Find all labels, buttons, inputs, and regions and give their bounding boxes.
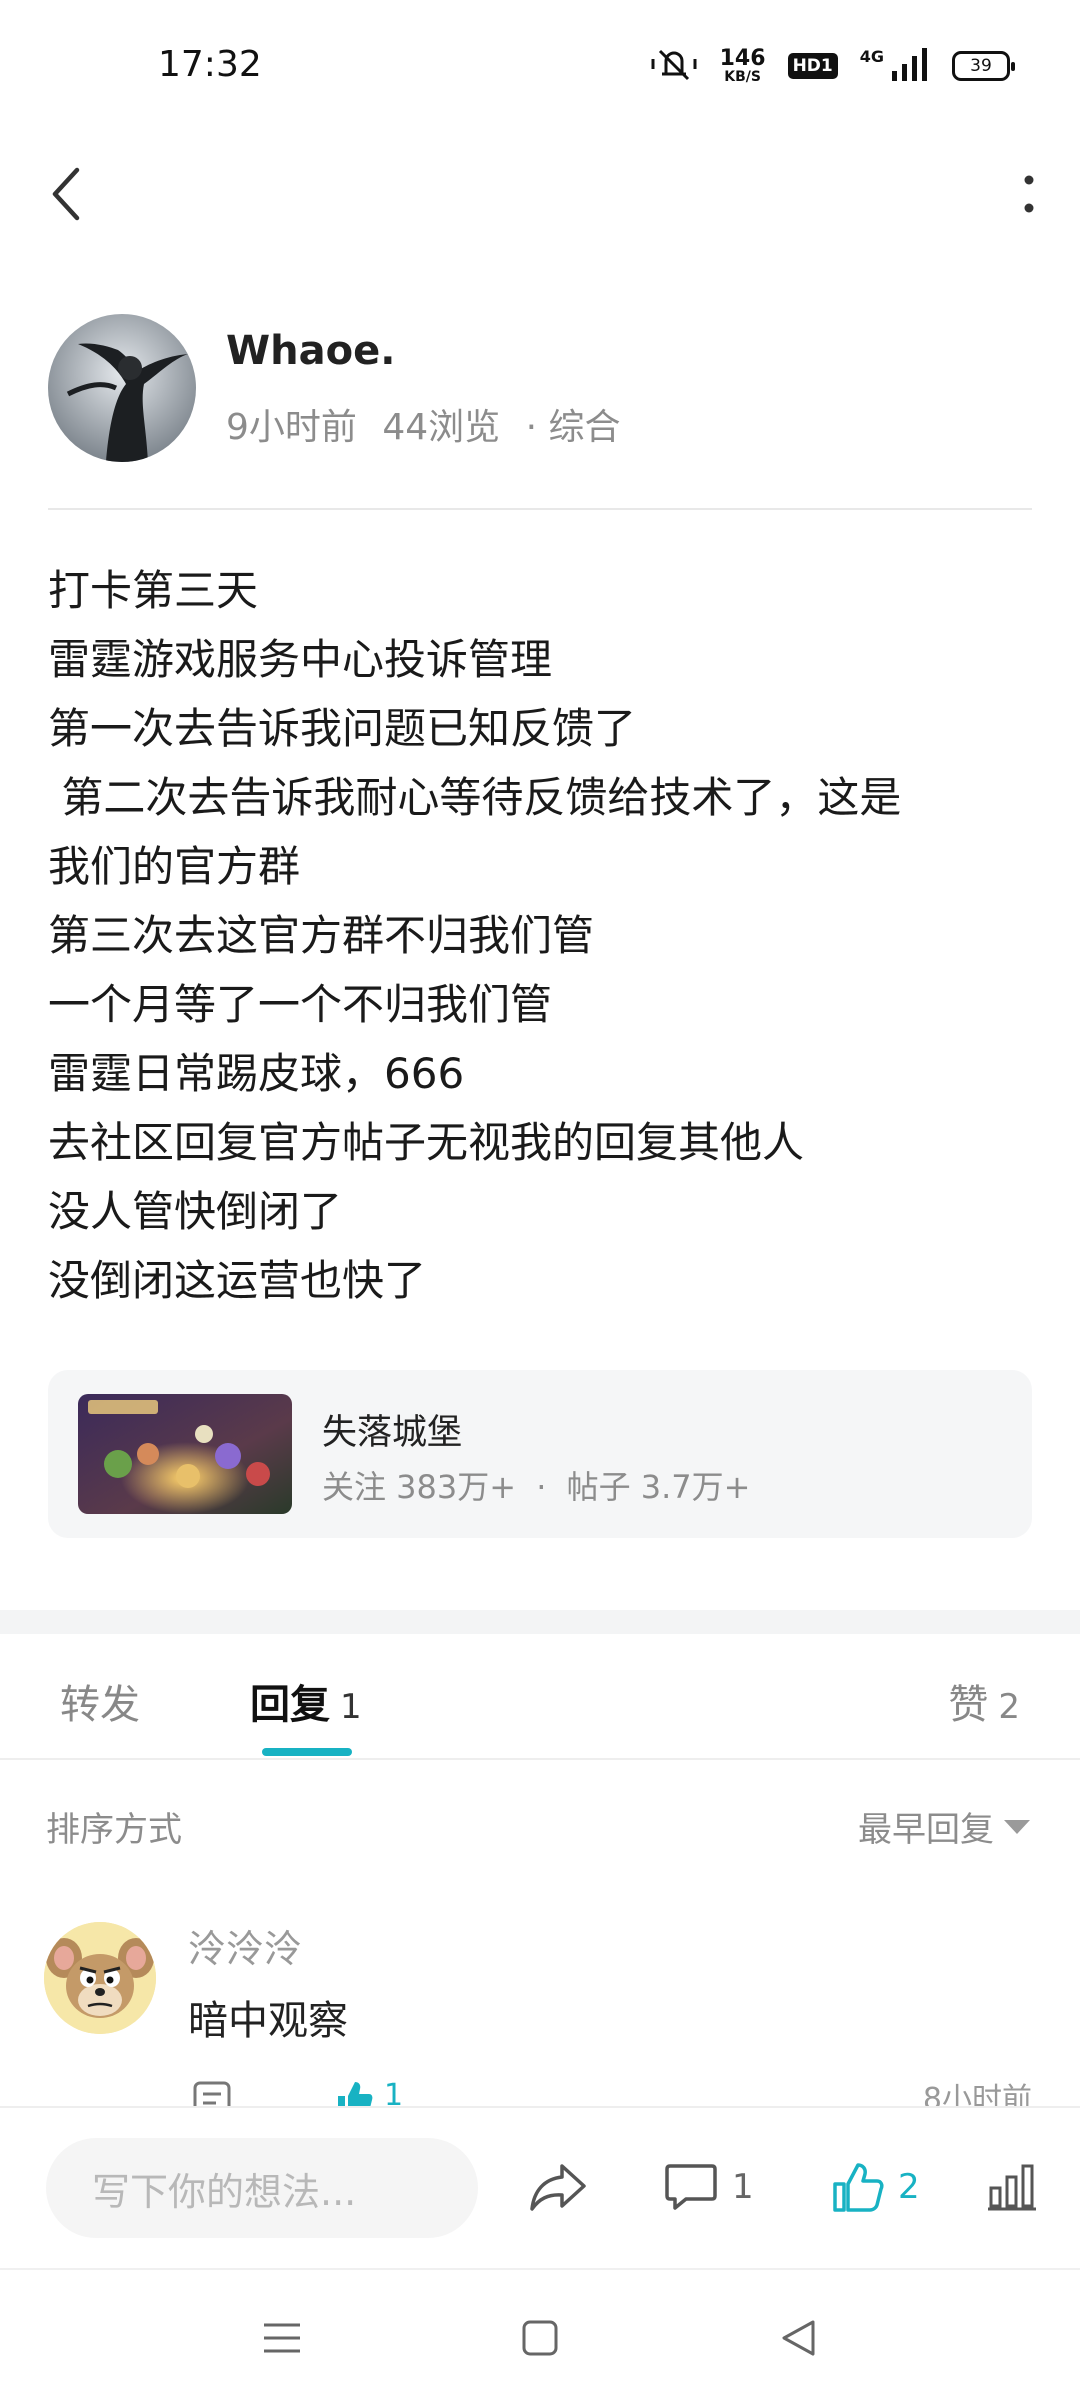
game-stats: 关注 383万+ · 帖子 3.7万+ (322, 1462, 750, 1508)
hd-badge: HD1 (787, 53, 838, 79)
separator: · (536, 1468, 547, 1506)
sort-label: 排序方式 (46, 1810, 182, 1850)
sort-row: 排序方式 最早回复 (0, 1790, 1080, 1860)
system-navigation-bar (0, 2268, 1080, 2400)
avatar[interactable] (44, 1922, 156, 2034)
post-line: 一个月等了一个不归我们管 (48, 980, 553, 1029)
caret-down-icon (1004, 1819, 1030, 1834)
reply-count: 1 (340, 1687, 362, 1727)
like-button[interactable]: 2 (830, 2152, 920, 2222)
status-icons: 146 KB/S HD1 4G 39 (650, 46, 1015, 86)
comment-username[interactable]: 泠泠泠 (188, 1918, 302, 1973)
comment-like-button[interactable]: 1 (334, 2078, 403, 2106)
recent-apps-button[interactable] (252, 2308, 312, 2368)
author-name[interactable]: Whaoe. (226, 328, 395, 374)
followers-count: 关注 383万+ (322, 1468, 517, 1506)
stats-button[interactable] (986, 2152, 1038, 2222)
post-line: 第三次去这官方群不归我们管 (48, 911, 595, 960)
divider (48, 508, 1032, 510)
more-vertical-icon (1024, 175, 1034, 213)
comment-time: 8小时前 (922, 2082, 1032, 2106)
avatar[interactable] (48, 314, 196, 462)
status-bar: 17:32 146 KB/S HD1 4G 39 (0, 0, 1080, 130)
mute-vibrate-icon (650, 47, 698, 85)
comment-icon (665, 2164, 717, 2210)
post-meta: 9小时前 44浏览 · 综合 (226, 398, 635, 450)
likes-count: 2 (998, 1687, 1020, 1727)
network-type: 4G (859, 46, 884, 66)
thumb-up-icon (338, 2082, 373, 2106)
battery-icon: 39 (952, 51, 1015, 81)
top-nav (0, 150, 1080, 240)
posts-count: 帖子 3.7万+ (566, 1468, 751, 1506)
triangle-back-icon (782, 2320, 815, 2356)
system-back-button[interactable] (768, 2308, 828, 2368)
post-line: 第二次去告诉我耐心等待反馈给技术了，这是 (48, 773, 902, 822)
share-button[interactable] (528, 2152, 588, 2222)
post-category[interactable]: · 综合 (526, 407, 621, 448)
interaction-tabs: 转发 回复 1 赞2 (0, 1634, 1080, 1760)
active-tab-indicator (262, 1748, 352, 1756)
share-icon (530, 2164, 586, 2211)
home-button[interactable] (510, 2308, 570, 2368)
post-line: 雷霆日常踢皮球，666 (48, 1049, 465, 1098)
comment-button[interactable]: 1 (664, 2152, 754, 2222)
game-thumbnail (78, 1394, 292, 1514)
status-time: 17:32 (158, 44, 262, 85)
tab-likes[interactable]: 赞2 (948, 1672, 1020, 1730)
section-divider (0, 1610, 1080, 1634)
view-count: 44浏览 (382, 407, 501, 448)
sort-dropdown[interactable]: 最早回复 (858, 1802, 1030, 1851)
chevron-left-icon (52, 167, 80, 221)
post-time: 9小时前 (226, 407, 357, 448)
thumb-up-icon (833, 2163, 884, 2212)
back-button[interactable] (36, 164, 96, 224)
like-count: 2 (898, 2167, 920, 2207)
post-line: 打卡第三天 (48, 566, 259, 615)
post-line: 没人管快倒闭了 (48, 1187, 343, 1236)
more-options-button[interactable] (1004, 164, 1054, 224)
network-speed: 146 KB/S (719, 46, 766, 85)
post-author[interactable]: Whaoe. 9小时前 44浏览 · 综合 (48, 314, 1032, 464)
comment-item[interactable]: 泠泠泠 暗中观察 1 8小时前 (0, 1910, 1080, 2106)
bottom-action-bar: 写下你的想法... 1 2 (0, 2106, 1080, 2268)
comment-input[interactable]: 写下你的想法... (46, 2138, 478, 2238)
post-line: 没倒闭这运营也快了 (48, 1256, 427, 1305)
post-line: 第一次去告诉我问题已知反馈了 (48, 704, 637, 753)
tab-forward[interactable]: 转发 (60, 1672, 140, 1730)
post-line: 去社区回复官方帖子无视我的回复其他人 (48, 1118, 805, 1167)
square-icon (522, 2320, 558, 2356)
post-content: 打卡第三天 雷霆游戏服务中心投诉管理 第一次去告诉我问题已知反馈了 第二次去告诉… (48, 556, 1038, 1315)
tab-reply[interactable]: 回复 1 (250, 1672, 362, 1730)
comment-text: 暗中观察 (188, 1998, 348, 2044)
bar-chart-icon (988, 2164, 1036, 2211)
signal-icon (890, 47, 930, 85)
menu-icon (264, 2323, 300, 2353)
comment-actions: 1 8小时前 (188, 2074, 1038, 2106)
game-card[interactable]: 失落城堡 关注 383万+ · 帖子 3.7万+ (48, 1370, 1032, 1538)
reply-icon[interactable] (192, 2080, 232, 2106)
comment-count: 1 (732, 2167, 754, 2207)
game-name[interactable]: 失落城堡 (322, 1404, 462, 1455)
post-line: 我们的官方群 (48, 842, 301, 891)
post-line: 雷霆游戏服务中心投诉管理 (48, 635, 553, 684)
